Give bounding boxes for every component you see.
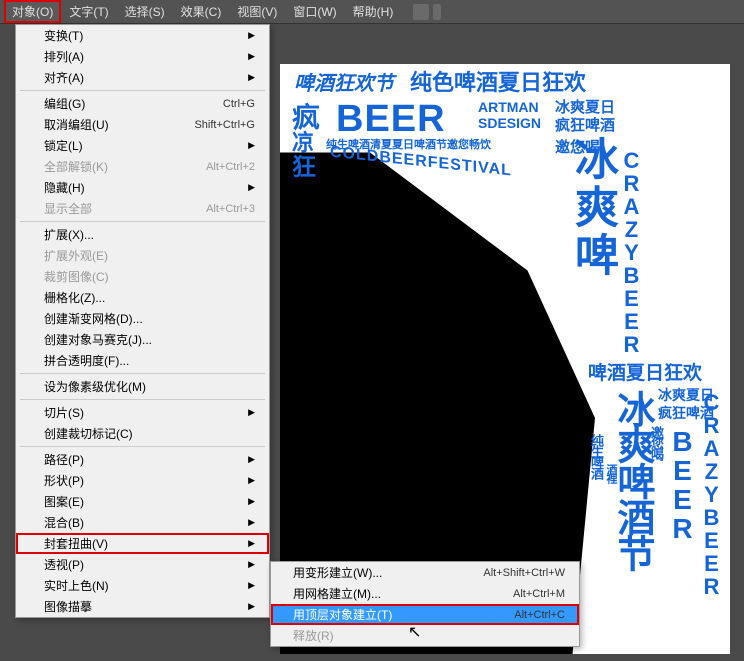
art-text: 酒裡: [605, 464, 616, 482]
art-text: 凉: [292, 132, 314, 154]
menu-effect[interactable]: 效果(C): [173, 0, 230, 23]
toolbar-icons: [413, 4, 441, 20]
toolbar-icon[interactable]: [413, 4, 429, 20]
art-text: 纯色啤酒夏日狂欢: [410, 72, 586, 94]
menu-row: 全部解锁(K)Alt+Ctrl+2: [16, 156, 269, 177]
menu-row[interactable]: 透视(P)▶: [16, 554, 269, 575]
menu-row[interactable]: 排列(A)▶: [16, 46, 269, 67]
art-text: 啤酒夏日狂欢: [588, 364, 702, 383]
art-text: 狂: [292, 156, 316, 180]
toolbar-icon[interactable]: [433, 4, 441, 20]
menu-row[interactable]: 扩展(X)...: [16, 224, 269, 245]
submenu-row[interactable]: 用变形建立(W)...Alt+Shift+Ctrl+W: [271, 562, 579, 583]
menu-row[interactable]: 栅格化(Z)...: [16, 287, 269, 308]
menu-help[interactable]: 帮助(H): [345, 0, 402, 23]
menu-row[interactable]: 图像描摹▶: [16, 596, 269, 617]
art-text: 冰: [570, 136, 614, 178]
menu-row[interactable]: 封套扭曲(V)▶: [16, 533, 269, 554]
art-text: 啤: [570, 232, 614, 274]
menu-row[interactable]: 创建对象马赛克(J)...: [16, 329, 269, 350]
menu-row[interactable]: 编组(G)Ctrl+G: [16, 93, 269, 114]
menu-row[interactable]: 取消编组(U)Shift+Ctrl+G: [16, 114, 269, 135]
art-text: 啤酒狂欢节: [294, 74, 394, 94]
menu-row[interactable]: 创建渐变网格(D)...: [16, 308, 269, 329]
menu-row[interactable]: 混合(B)▶: [16, 512, 269, 533]
menu-view[interactable]: 视图(V): [229, 0, 285, 23]
menu-row[interactable]: 图案(E)▶: [16, 491, 269, 512]
art-text: ARTMAN: [478, 100, 539, 114]
menu-row[interactable]: 切片(S)▶: [16, 402, 269, 423]
menu-row[interactable]: 形状(P)▶: [16, 470, 269, 491]
menu-text[interactable]: 文字(T): [61, 0, 116, 23]
menu-row: 显示全部Alt+Ctrl+3: [16, 198, 269, 219]
submenu-row: 释放(R): [271, 625, 579, 646]
art-text: 冰爽夏日: [555, 100, 615, 115]
menubar: 对象(O) 文字(T) 选择(S) 效果(C) 视图(V) 窗口(W) 帮助(H…: [0, 0, 744, 24]
menu-row[interactable]: 创建裁切标记(C): [16, 423, 269, 444]
menu-window[interactable]: 窗口(W): [285, 0, 344, 23]
menu-row[interactable]: 拼合透明度(F)...: [16, 350, 269, 371]
art-text: 爽: [570, 184, 614, 226]
art-text: BEER: [668, 426, 696, 542]
menu-row[interactable]: 对齐(A)▶: [16, 67, 269, 88]
menu-row[interactable]: 路径(P)▶: [16, 449, 269, 470]
envelope-submenu: 用变形建立(W)...Alt+Shift+Ctrl+W用网格建立(M)...Al…: [270, 561, 580, 647]
art-text: SDESIGN: [478, 116, 541, 130]
art-text: 疯: [292, 104, 320, 132]
art-text: 冰爽啤酒节: [613, 390, 651, 570]
art-text: BEER: [336, 100, 446, 138]
art-text: 纯生啤酒: [590, 434, 603, 478]
menu-row[interactable]: 设为像素级优化(M): [16, 376, 269, 397]
menu-object[interactable]: 对象(O): [4, 0, 61, 23]
submenu-row[interactable]: 用网格建立(M)...Alt+Ctrl+M: [271, 583, 579, 604]
menu-row: 扩展外观(E): [16, 245, 269, 266]
menu-row[interactable]: 变换(T)▶: [16, 25, 269, 46]
art-text: 邀您喝: [650, 426, 663, 459]
menu-row[interactable]: 隐藏(H)▶: [16, 177, 269, 198]
menu-row[interactable]: 实时上色(N)▶: [16, 575, 269, 596]
art-text: 疯狂啤酒: [555, 118, 615, 133]
menu-select[interactable]: 选择(S): [117, 0, 173, 23]
art-text: CRAZYBEER: [700, 390, 722, 597]
object-dropdown: 变换(T)▶排列(A)▶对齐(A)▶ 编组(G)Ctrl+G取消编组(U)Shif…: [15, 24, 270, 618]
menu-row[interactable]: 锁定(L)▶: [16, 135, 269, 156]
art-text: CRAZYBEER: [620, 148, 642, 355]
menu-row: 裁剪图像(C): [16, 266, 269, 287]
submenu-row[interactable]: 用顶层对象建立(T)Alt+Ctrl+C: [271, 604, 579, 625]
